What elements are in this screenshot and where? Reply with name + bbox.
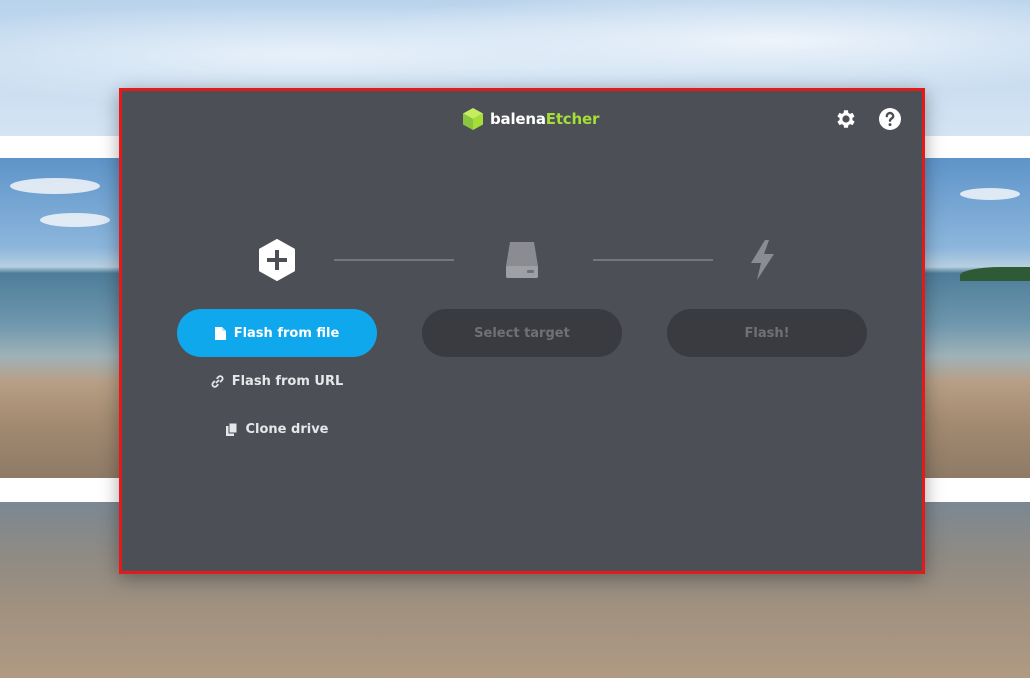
clone-drive-link[interactable]: Clone drive	[177, 417, 377, 441]
flash-from-file-button[interactable]: Flash from file	[177, 309, 377, 357]
clone-drive-label: Clone drive	[245, 421, 329, 437]
gear-icon	[837, 110, 855, 128]
app-logo: balenaEtcher	[462, 107, 599, 131]
step-connector	[593, 259, 713, 261]
file-icon	[214, 326, 226, 340]
etcher-window: balenaEtcher Flash from file Select targ…	[119, 88, 925, 574]
select-target-button[interactable]: Select target	[422, 309, 622, 357]
drive-icon	[506, 242, 538, 278]
flash-from-file-label: Flash from file	[233, 325, 340, 341]
flash-from-url-link[interactable]: Flash from URL	[177, 369, 377, 393]
cube-icon	[463, 108, 483, 130]
hexagon-plus-icon	[259, 239, 295, 281]
copy-icon	[225, 422, 237, 436]
link-icon	[211, 374, 224, 388]
settings-button[interactable]	[833, 106, 859, 132]
source-step-icon	[257, 239, 297, 281]
app-title: balenaEtcher	[490, 110, 600, 128]
question-icon	[879, 108, 901, 130]
desktop-wallpaper: balenaEtcher Flash from file Select targ…	[0, 0, 1030, 678]
flash-button[interactable]: Flash!	[667, 309, 867, 357]
flash-from-url-label: Flash from URL	[231, 373, 344, 389]
select-target-label: Select target	[474, 325, 570, 341]
target-step-icon	[502, 239, 542, 281]
wallpaper-island	[960, 267, 1030, 281]
help-button[interactable]	[877, 106, 903, 132]
step-connector	[334, 259, 454, 261]
flash-step-icon	[742, 239, 782, 281]
lightning-icon	[751, 240, 774, 280]
flash-label: Flash!	[744, 325, 790, 341]
